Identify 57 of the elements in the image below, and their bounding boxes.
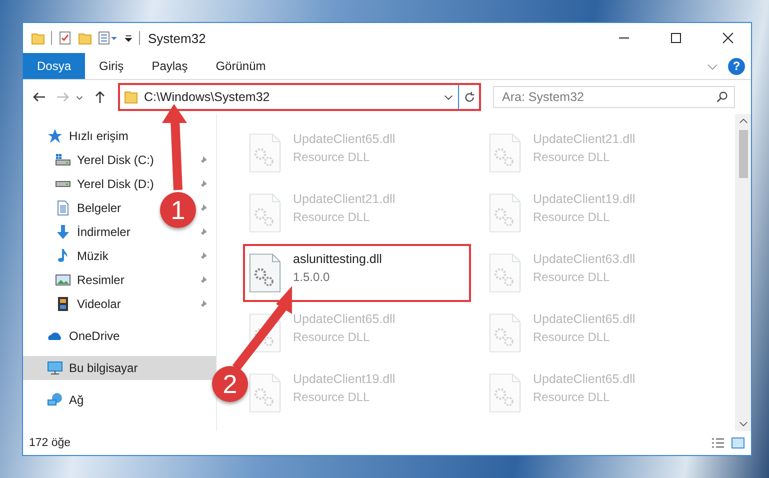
file-detail: Resource DLL [533,270,611,284]
file-detail: Resource DLL [293,150,371,164]
file-detail: Resource DLL [293,330,371,344]
vertical-scrollbar[interactable] [735,114,751,431]
file-detail: Resource DLL [533,210,611,224]
system-drive-icon [55,152,71,168]
sidebar-item[interactable]: Hızlı erişim [23,124,216,148]
address-path: C:\Windows\System32 [144,90,271,104]
details-view-icon[interactable] [711,437,725,449]
ribbon-tab[interactable]: Paylaş [138,53,202,79]
ribbon-tab[interactable]: Giriş [85,53,138,79]
document-icon [55,200,71,216]
sidebar-item[interactable]: Belgeler [55,200,122,216]
file-detail: Resource DLL [533,150,611,164]
scrollbar-thumb[interactable] [738,130,748,178]
ribbon-tab[interactable]: Görünüm [202,53,280,79]
download-icon [55,224,71,240]
close-icon [722,32,734,44]
window-title: System32 [148,30,206,46]
large-icons-view-icon[interactable] [731,437,745,449]
folder-icon [124,90,138,104]
file-detail: 1.5.0.0 [293,270,331,284]
refresh-icon [462,90,476,104]
maximize-icon [670,32,682,44]
minimize-icon [618,37,630,39]
file-detail: Resource DLL [533,330,611,344]
drive-icon [55,181,71,187]
sidebar-item[interactable]: Bu bilgisayar [23,356,216,380]
sidebar-item[interactable]: Resimler [55,272,124,288]
scroll-up-icon[interactable] [738,118,748,124]
folder-icon [31,31,45,45]
item-count: 172 öğe [29,437,71,449]
file-detail: Resource DLL [293,390,371,404]
network-icon [47,392,63,408]
file-name[interactable]: aslunittesting.dll [293,252,382,266]
picture-icon [55,272,71,288]
sidebar-item[interactable]: Yerel Disk (D:) [55,177,154,191]
folder-icon [78,31,92,45]
star-icon [47,128,63,144]
search-field[interactable]: Ara: System32 [493,86,735,108]
pc-icon [47,360,63,376]
search-icon[interactable] [716,91,728,103]
scroll-down-icon[interactable] [738,421,748,427]
checklist-icon [58,31,72,45]
properties-icon [98,31,118,45]
help-button[interactable]: ? [728,58,745,74]
sidebar-item[interactable]: Videolar [55,296,121,312]
sidebar-item[interactable]: Yerel Disk (C:) [55,152,154,168]
sidebar-item[interactable]: İndirmeler [55,224,130,240]
file-detail: Resource DLL [533,390,611,404]
file-detail: Resource DLL [293,210,371,224]
ribbon-tab[interactable]: Dosya [23,53,86,79]
sidebar-item[interactable]: OneDrive [23,324,216,348]
settings-file-icon[interactable] [249,253,281,293]
customize-caret-icon[interactable] [124,34,133,42]
sidebar-item[interactable]: Müzik [55,248,108,264]
video-icon [55,296,71,312]
